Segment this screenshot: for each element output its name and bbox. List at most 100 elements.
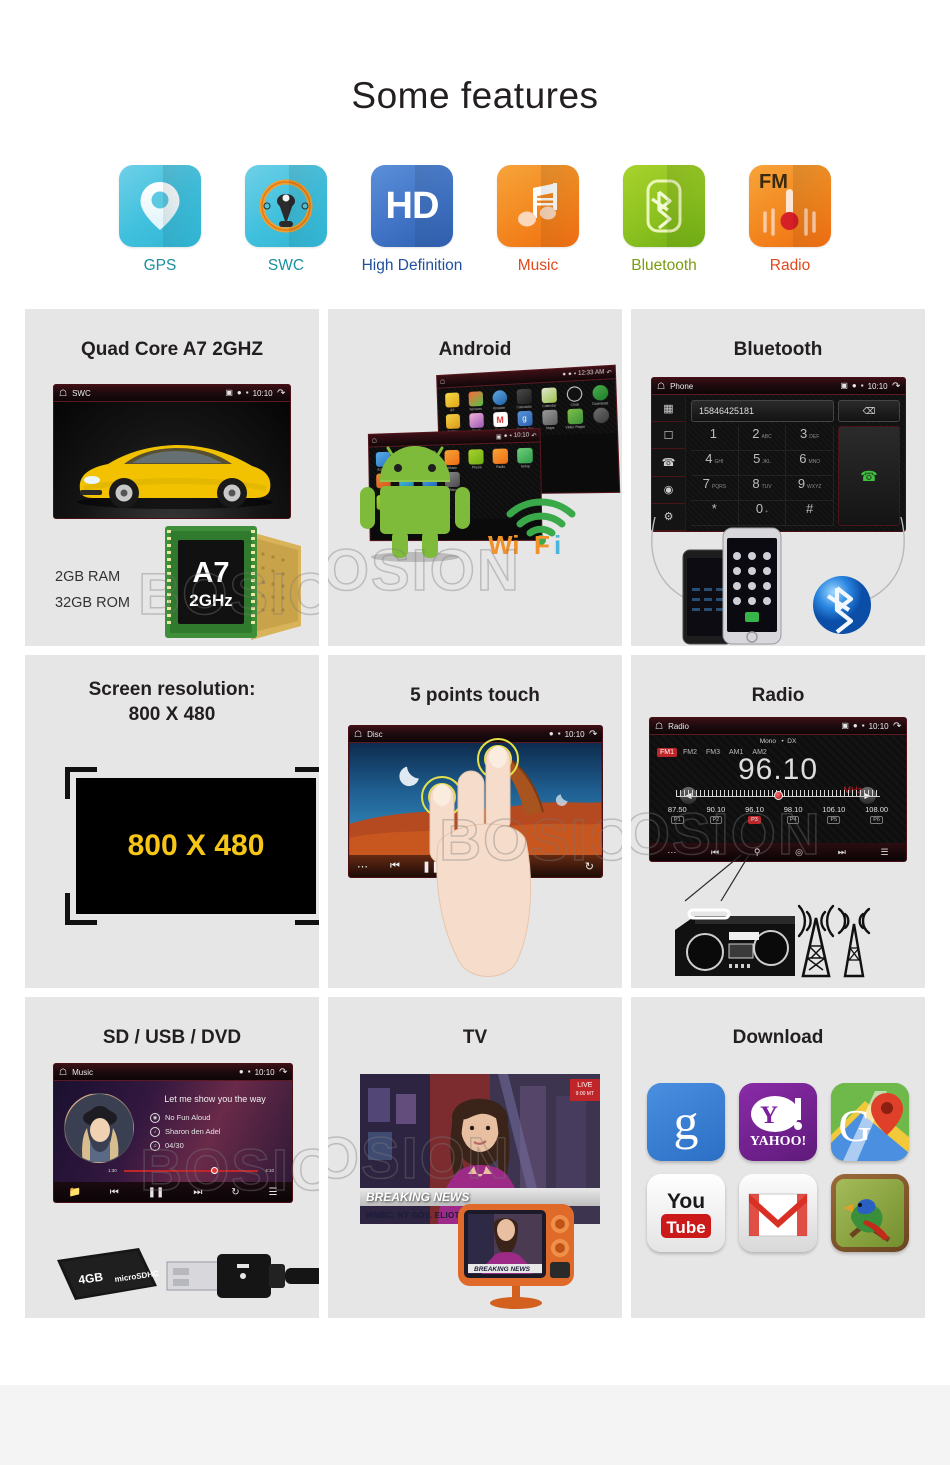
key-8[interactable]: 8 TUV — [738, 476, 787, 501]
call-button[interactable]: ☎ — [838, 426, 900, 526]
equalizer-icon[interactable]: ☰ — [881, 847, 889, 858]
dialed-number-field[interactable]: 15846425181 — [691, 400, 834, 422]
previous-icon[interactable]: ⏮ — [390, 860, 400, 873]
home-icon[interactable]: ☖ — [440, 378, 445, 385]
home-icon[interactable]: ☖ — [59, 1067, 67, 1078]
feature-high-definition[interactable]: HD High Definition — [362, 165, 462, 275]
key-1[interactable]: 1 — [691, 426, 739, 451]
band-fm3[interactable]: FM3 — [703, 748, 723, 757]
sync-icon[interactable]: ◉ — [652, 477, 685, 504]
preset-p2[interactable]: 90.10 P2 — [707, 805, 725, 824]
feature-swc[interactable]: SWC — [237, 165, 335, 275]
specs-list: 2GB RAM 32GB ROM — [55, 564, 130, 616]
yahoo-icon[interactable]: Y YAHOO! — [739, 1083, 817, 1161]
dial-knob[interactable] — [773, 791, 783, 800]
key-9[interactable]: 9 WXYZ — [786, 476, 834, 501]
key-6[interactable]: 6 MNO — [786, 451, 834, 476]
back-icon[interactable]: ↶ — [893, 721, 901, 732]
sports-car-illustration — [77, 445, 273, 509]
youtube-icon[interactable]: You Tube — [647, 1174, 725, 1252]
app-item-setup[interactable]: Setup — [513, 447, 537, 469]
app-item[interactable]: Browser — [488, 389, 512, 411]
card-bluetooth: Bluetooth ☖ Phone ▣ ● ▪ 10:10 ↶ ▦ ☐ ☎ ◉ … — [631, 309, 925, 646]
preset-slot: P1 — [670, 816, 684, 824]
dial-keypad: 1 2 ABC 3 DEF 4 GHI 5 JKL 6 MNO 7 PQRS 8 TUV 9W… — [691, 426, 834, 526]
back-icon[interactable]: ↶ — [589, 729, 597, 740]
app-item[interactable]: Calculator — [512, 388, 536, 409]
bird-app-icon[interactable] — [831, 1174, 909, 1252]
previous-icon[interactable]: ⏮ — [110, 1187, 119, 1198]
preset-p4[interactable]: 98.10 P4 — [784, 805, 803, 824]
radio-screen: ☖ Radio ▣ ● ▪ 10:10 ↶ Mono • DX FM1 FM2 … — [649, 717, 907, 862]
call-log-icon[interactable]: ☎ — [652, 449, 685, 477]
fm-glyph: FM — [759, 171, 788, 193]
tuning-dial[interactable]: ◀ ▶ — [676, 787, 880, 804]
app-item[interactable]: Calendar — [536, 387, 561, 408]
home-icon[interactable]: ☖ — [59, 388, 67, 399]
app-item[interactable]: Clock — [562, 386, 587, 408]
contacts-icon[interactable]: ☐ — [652, 422, 685, 450]
back-icon[interactable]: ↶ — [277, 388, 285, 399]
back-icon[interactable]: ↶ — [279, 1067, 287, 1078]
feature-gps[interactable]: GPS — [111, 165, 209, 275]
repeat-icon[interactable]: ↻ — [585, 860, 594, 873]
album-name: No Fun Aloud — [165, 1113, 211, 1122]
folder-icon[interactable]: 📁 — [68, 1187, 80, 1198]
backspace-button[interactable]: ⌫ — [838, 400, 900, 422]
preset-p3[interactable]: 96.10 P3 — [745, 805, 764, 824]
preset-p5[interactable]: 106.10 P5 — [822, 805, 845, 824]
bluetooth-status-icon: ▪ — [557, 729, 561, 738]
bluetooth-logo-icon — [813, 576, 871, 634]
app-item[interactable]: BT — [440, 392, 463, 413]
gmail-icon[interactable] — [739, 1174, 817, 1252]
band-fm2[interactable]: FM2 — [680, 748, 700, 757]
preset-p1[interactable]: 87.50 P1 — [668, 805, 687, 824]
preset-p6[interactable]: 108.00 P6 — [865, 805, 888, 824]
repeat-icon[interactable]: ↻ — [231, 1187, 239, 1198]
key-2[interactable]: 2 ABC — [738, 426, 787, 451]
key-5[interactable]: 5 JKL — [738, 451, 787, 476]
gps-icon: ● — [548, 729, 554, 738]
status-bar: ☖ SWC ▣ ● ▪ 10:10 ↶ — [54, 385, 290, 402]
status-bar: ☖ Music ● ▪ 10:10 ↶ — [54, 1064, 292, 1081]
app-item[interactable]: Services — [464, 391, 487, 412]
key-4[interactable]: 4 GHI — [691, 451, 739, 476]
back-icon[interactable]: ↶ — [892, 381, 900, 392]
google-maps-icon[interactable]: G — [831, 1083, 909, 1161]
equalizer-icon[interactable]: ☰ — [269, 1187, 278, 1198]
keypad-icon[interactable]: ▦ — [652, 395, 685, 423]
app-label: Calendar — [542, 403, 557, 409]
app-item[interactable] — [588, 407, 614, 429]
feature-radio[interactable]: FM Radio — [741, 165, 839, 275]
mono-label[interactable]: Mono — [760, 738, 776, 745]
back-icon[interactable]: ↶ — [531, 432, 536, 439]
home-icon[interactable]: ☖ — [655, 721, 663, 732]
app-item-radio[interactable]: Radio — [489, 448, 513, 469]
back-icon[interactable]: ↶ — [606, 368, 612, 376]
feature-bluetooth[interactable]: Bluetooth — [615, 165, 713, 275]
home-icon[interactable]: ☖ — [657, 381, 665, 392]
next-icon[interactable]: ⏭ — [193, 1187, 202, 1198]
dx-label[interactable]: DX — [787, 738, 796, 745]
next-icon[interactable]: ⏭ — [838, 847, 846, 858]
card-title: 5 points touch — [410, 685, 540, 706]
key-3[interactable]: 3 DEF — [786, 426, 834, 451]
status-app-name: Radio — [668, 721, 689, 731]
progress-bar[interactable]: 1:30 4:10 — [108, 1167, 274, 1175]
pause-icon[interactable]: ❚❚ — [148, 1187, 165, 1198]
band-fm1[interactable]: FM1 — [657, 748, 677, 757]
google-icon[interactable]: g — [647, 1083, 725, 1161]
menu-icon[interactable]: ⋯ — [357, 860, 368, 873]
card-tv: TV LIVE 9:00 MT BREAKING NEWS WNBC: NY G… — [328, 997, 622, 1318]
app-item[interactable]: Video Player — [562, 408, 587, 429]
live-label: LIVE — [577, 1082, 593, 1089]
app-item[interactable]: Download — [587, 384, 613, 406]
key-7[interactable]: 7 PQRS — [691, 476, 739, 501]
retro-caption: BREAKING NEWS — [474, 1266, 531, 1273]
radio-tower-illustration — [797, 904, 871, 978]
feature-music[interactable]: Music — [489, 165, 587, 275]
app-item[interactable]: Maps — [537, 409, 562, 430]
progress-knob[interactable] — [210, 1167, 218, 1174]
home-icon[interactable]: ☖ — [354, 729, 362, 740]
svg-text:Y: Y — [760, 1102, 778, 1129]
